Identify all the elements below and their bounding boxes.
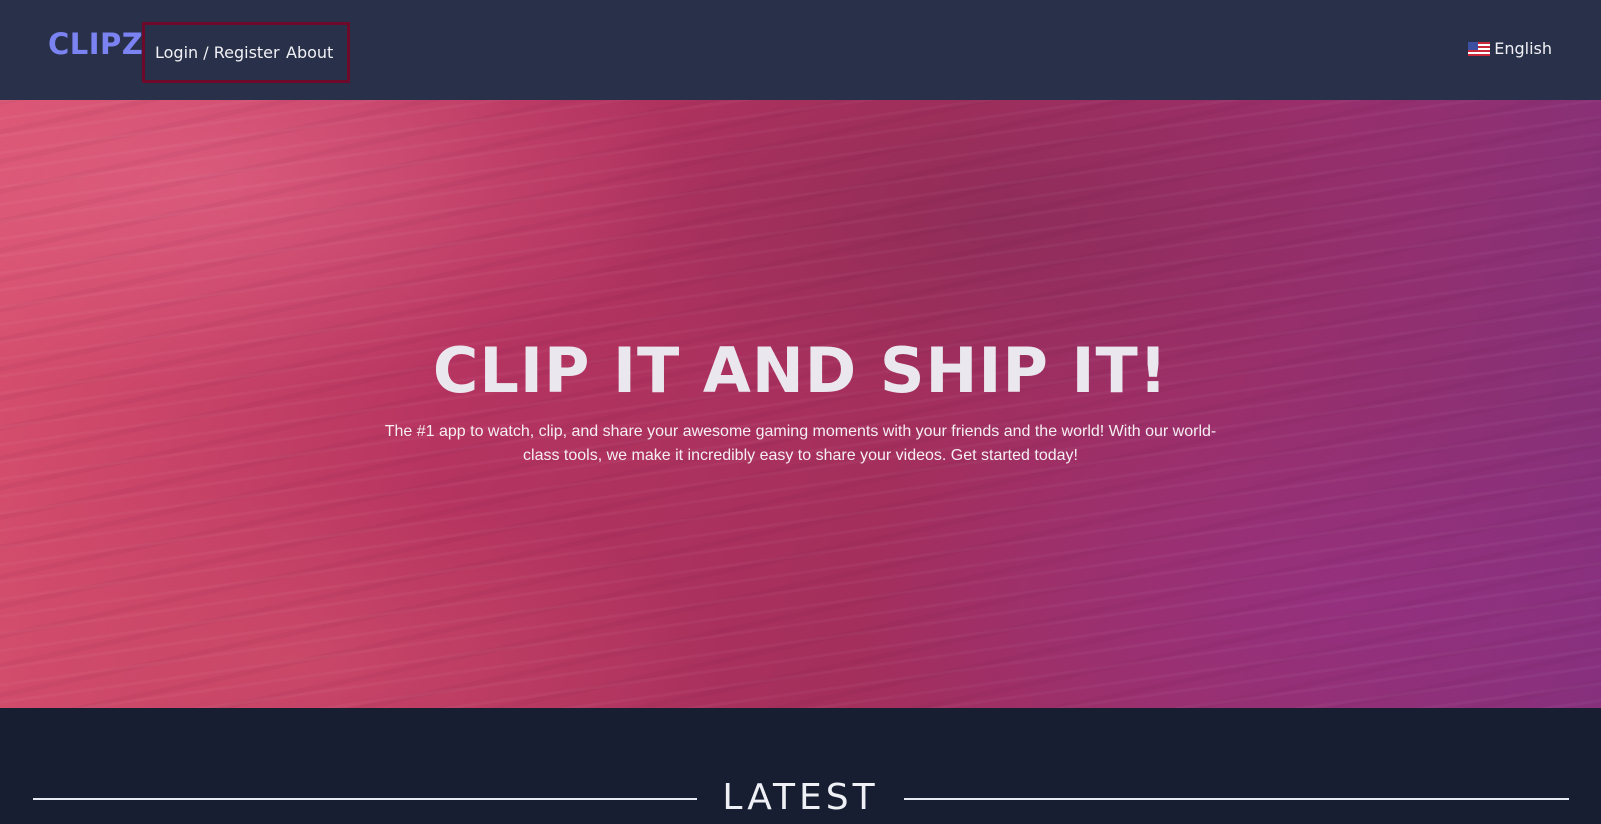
latest-title: LATEST bbox=[722, 777, 879, 818]
latest-divider-right bbox=[904, 798, 1569, 800]
login-register-link[interactable]: Login / Register bbox=[155, 45, 280, 61]
language-selector[interactable]: English bbox=[1468, 41, 1552, 57]
latest-divider-left bbox=[33, 798, 697, 800]
about-link[interactable]: About bbox=[286, 45, 333, 61]
nav-links-highlight: Login / Register About bbox=[142, 22, 350, 83]
us-flag-icon bbox=[1468, 42, 1491, 56]
logo[interactable]: CLIPZ bbox=[48, 30, 143, 59]
latest-section: LATEST bbox=[0, 708, 1601, 824]
hero-subtitle: The #1 app to watch, clip, and share you… bbox=[384, 423, 1217, 464]
navbar: CLIPZ Login / Register About English bbox=[0, 0, 1601, 100]
hero-title: CLIP IT AND SHIP IT! bbox=[432, 334, 1169, 407]
hero-banner: CLIP IT AND SHIP IT! The #1 app to watch… bbox=[0, 100, 1601, 708]
language-label: English bbox=[1494, 39, 1552, 58]
